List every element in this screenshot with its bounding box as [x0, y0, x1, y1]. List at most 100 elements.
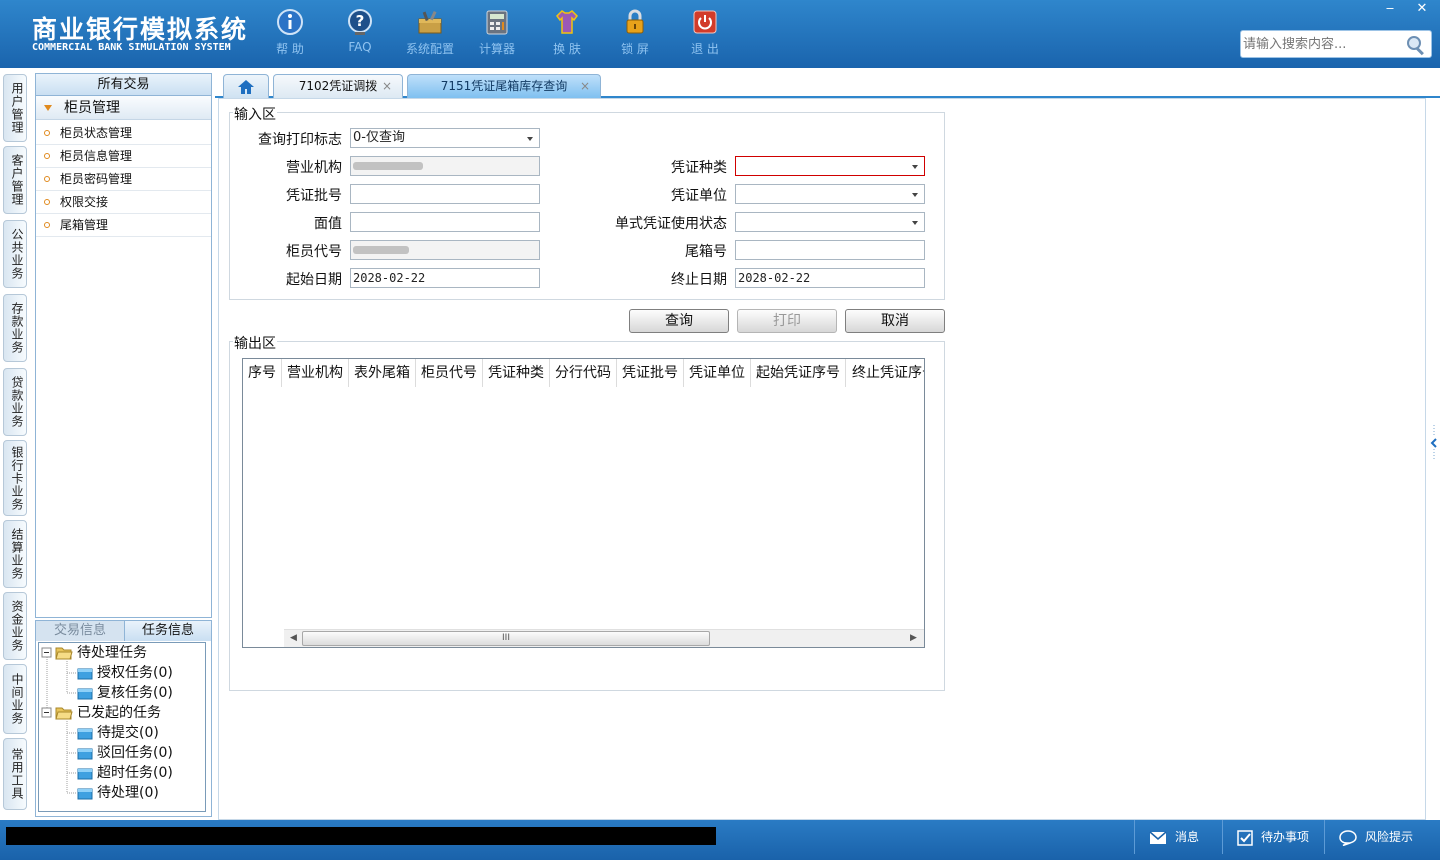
home-icon [238, 80, 254, 94]
tree-node-to-process[interactable]: 待处理(0) [77, 783, 159, 803]
rail-tab-loan[interactable]: 贷款业务 [3, 368, 27, 436]
face-value-input[interactable] [350, 212, 540, 232]
print-flag-select[interactable]: 0-仅查询 [350, 128, 540, 148]
tab-label: 7151凭证尾箱库存查询 [440, 79, 568, 93]
tab-tail-box-inventory[interactable]: 7151凭证尾箱库存查询 × [407, 74, 601, 98]
tab-home[interactable] [223, 74, 269, 98]
close-icon[interactable]: × [580, 75, 590, 97]
close-window-button[interactable]: ✕ [1406, 0, 1438, 18]
print-button[interactable]: 打印 [737, 309, 837, 333]
risk-alert-button[interactable]: 风险提示 [1324, 820, 1434, 854]
exit-button[interactable]: 退 出 [670, 8, 740, 57]
checkbox-icon [1237, 829, 1253, 846]
tab-task-info[interactable]: 任务信息 [124, 621, 211, 641]
status-select[interactable] [735, 212, 925, 232]
calculator-button[interactable]: 计算器 [462, 8, 532, 57]
rail-tab-treasury[interactable]: 资金业务 [3, 592, 27, 660]
nav-item-teller-info[interactable]: 柜员信息管理 [36, 145, 211, 168]
caret-down-icon [44, 105, 52, 111]
box-input[interactable] [735, 240, 925, 260]
dropdown-arrow-icon [912, 221, 918, 225]
power-icon [693, 10, 717, 34]
skin-label: 换 肤 [553, 42, 581, 56]
folder-icon [77, 728, 93, 739]
tree-node-to-submit[interactable]: 待提交(0) [77, 723, 159, 743]
column-header[interactable]: 凭证种类 [483, 359, 550, 387]
horizontal-scrollbar[interactable]: ◀ III ▶ [284, 629, 924, 647]
rail-tab-bank-card[interactable]: 银行卡业务 [3, 440, 27, 516]
nav-header[interactable]: 所有交易 [36, 74, 211, 96]
system-config-label: 系统配置 [405, 42, 454, 56]
folder-open-icon [55, 647, 73, 659]
redacted-value [353, 246, 409, 254]
faq-button[interactable]: ? FAQ [325, 8, 395, 54]
rail-tab-common-tools[interactable]: 常用工具 [3, 738, 27, 810]
end-date-input[interactable]: 2028-02-22 [735, 268, 925, 288]
status-message-area [6, 827, 716, 845]
tree-node-timeout[interactable]: 超时任务(0) [77, 763, 173, 783]
close-icon[interactable]: × [382, 75, 392, 97]
nav-item-tail-box[interactable]: 尾箱管理 [36, 214, 211, 237]
rail-tab-deposit[interactable]: 存款业务 [3, 294, 27, 362]
tree-node-auth-tasks[interactable]: 授权任务(0) [77, 663, 173, 683]
toolbox-icon [418, 10, 442, 34]
svg-text:?: ? [356, 12, 365, 30]
app-subtitle: COMMERCIAL BANK SIMULATION SYSTEM [32, 42, 231, 53]
column-header[interactable]: 表外尾箱 [349, 359, 416, 387]
messages-button[interactable]: 消息 [1134, 820, 1222, 854]
search-input[interactable] [1243, 33, 1403, 55]
nav-item-teller-password[interactable]: 柜员密码管理 [36, 168, 211, 191]
lock-screen-button[interactable]: 锁 屏 [600, 8, 670, 57]
nav-item-label: 尾箱管理 [60, 218, 109, 232]
start-date-input[interactable]: 2028-02-22 [350, 268, 540, 288]
calculator-icon [486, 10, 508, 35]
todo-button[interactable]: 待办事项 [1222, 820, 1324, 854]
dropdown-arrow-icon [912, 193, 918, 197]
column-header[interactable]: 营业机构 [282, 359, 349, 387]
tab-voucher-transfer[interactable]: 7102凭证调拨 × [273, 74, 403, 98]
rail-tab-intermediary[interactable]: 中间业务 [3, 664, 27, 734]
help-button[interactable]: 帮 助 [255, 8, 325, 57]
scroll-thumb[interactable]: III [302, 631, 710, 646]
search-icon[interactable] [1405, 34, 1427, 56]
nav-item-label: 权限交接 [60, 195, 109, 209]
rail-tab-user-mgmt[interactable]: 用户管理 [3, 74, 27, 142]
exit-label: 退 出 [691, 42, 719, 56]
voucher-type-select[interactable] [735, 156, 925, 176]
column-header[interactable]: 凭证单位 [684, 359, 751, 387]
scroll-right-icon[interactable]: ▶ [910, 633, 917, 643]
column-header[interactable]: 凭证批号 [617, 359, 684, 387]
system-config-button[interactable]: 系统配置 [395, 8, 465, 57]
tree-node-label: 复核任务(0) [97, 685, 173, 701]
output-area-legend: 输出区 [233, 333, 277, 353]
column-header[interactable]: 起始凭证序号 [751, 359, 846, 387]
bullet-icon [44, 176, 50, 182]
tab-transaction-info[interactable]: 交易信息 [36, 621, 124, 641]
tree-node-review-tasks[interactable]: 复核任务(0) [77, 683, 173, 703]
batch-input[interactable] [350, 184, 540, 204]
unit-select[interactable] [735, 184, 925, 204]
org-field [350, 156, 540, 176]
bullet-icon [44, 222, 50, 228]
speech-bubble-icon [1339, 829, 1357, 846]
query-button[interactable]: 查询 [629, 309, 729, 333]
nav-item-permission-handover[interactable]: 权限交接 [36, 191, 211, 214]
skin-button[interactable]: 换 肤 [532, 8, 602, 57]
column-header[interactable]: 柜员代号 [416, 359, 483, 387]
column-header[interactable]: 终止凭证序号 [846, 359, 924, 387]
column-header[interactable]: 序号 [243, 359, 282, 387]
minimize-button[interactable]: ‒ [1374, 0, 1406, 18]
risk-alert-label: 风险提示 [1365, 830, 1414, 844]
cancel-button[interactable]: 取消 [845, 309, 945, 333]
nav-group-teller-mgmt[interactable]: 柜员管理 [36, 96, 211, 120]
rail-tab-settlement[interactable]: 结算业务 [3, 520, 27, 588]
column-header[interactable]: 分行代码 [550, 359, 617, 387]
rail-tab-public-business[interactable]: 公共业务 [3, 220, 27, 288]
rail-tab-customer-mgmt[interactable]: 客户管理 [3, 146, 27, 214]
collapse-handle[interactable] [1428, 425, 1440, 461]
tree-node-rejected[interactable]: 驳回任务(0) [77, 743, 173, 763]
tree-node-pending[interactable]: 待处理任务 [55, 643, 147, 663]
nav-item-teller-status[interactable]: 柜员状态管理 [36, 122, 211, 145]
scroll-left-icon[interactable]: ◀ [290, 633, 297, 643]
tree-node-initiated[interactable]: 已发起的任务 [55, 703, 161, 723]
